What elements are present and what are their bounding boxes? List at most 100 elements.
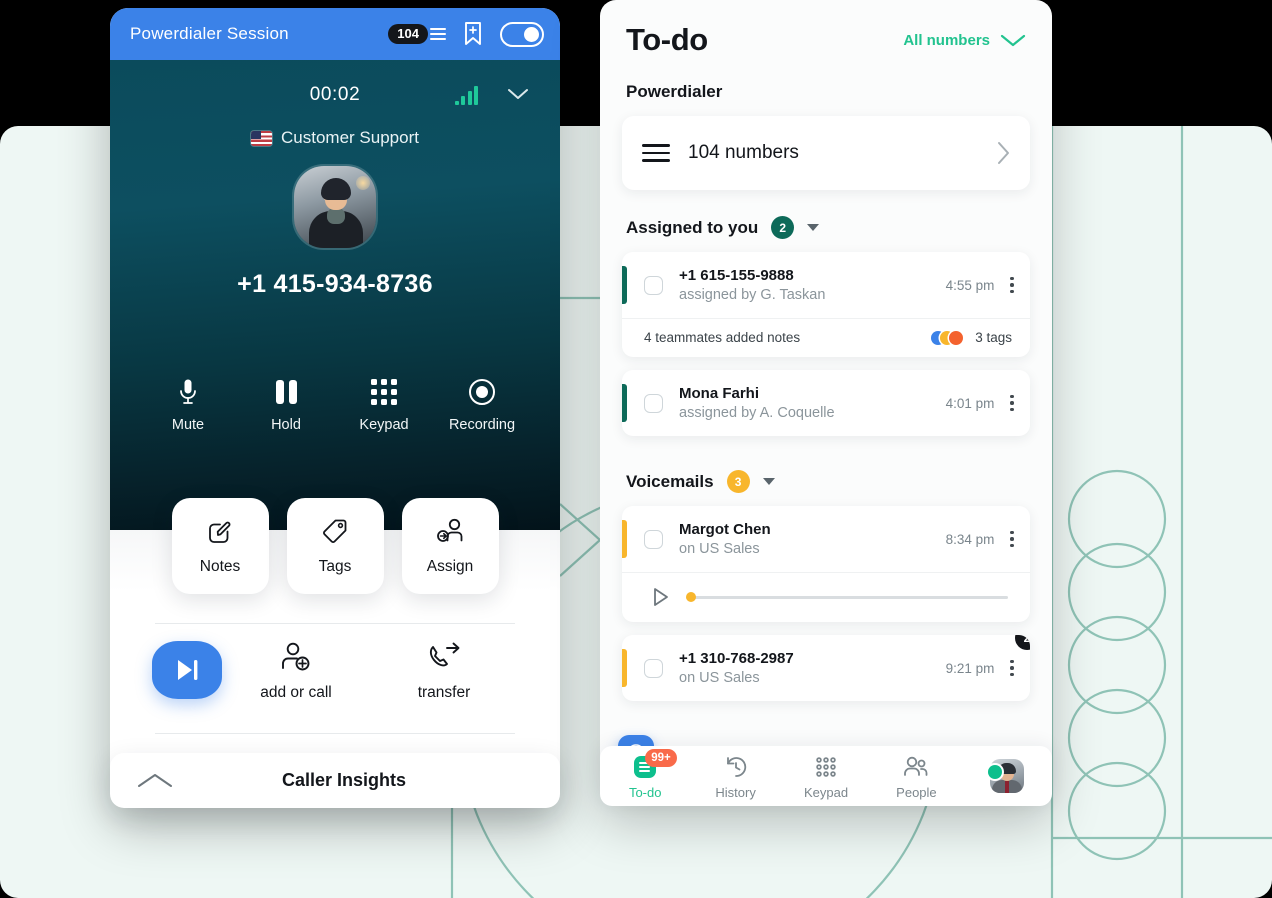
us-flag-icon — [251, 130, 273, 146]
tag-icon — [323, 519, 347, 543]
call-actions-row: add or call transfer — [110, 638, 560, 702]
next-call-button[interactable] — [152, 641, 222, 699]
todo-badge: 99+ — [645, 748, 677, 767]
tag-color-dots — [931, 330, 964, 345]
call-transfer-icon — [429, 642, 460, 667]
priority-stripe — [622, 266, 627, 304]
call-timer: 00:02 — [309, 84, 361, 105]
add-or-call-button[interactable]: add or call — [222, 638, 370, 702]
more-vertical-icon[interactable] — [1008, 658, 1016, 679]
keypad-button[interactable]: Keypad — [346, 377, 422, 433]
skip-next-icon — [178, 660, 198, 680]
pause-icon — [275, 380, 297, 404]
notes-card[interactable]: Notes — [171, 498, 269, 594]
voicemail-player[interactable] — [622, 572, 1030, 622]
call-line-name: Customer Support — [281, 128, 419, 147]
task-primary: Mona Farhi — [679, 385, 760, 402]
transfer-button[interactable]: transfer — [370, 638, 518, 702]
call-controls: Mute Hold Keypad Recording — [110, 377, 560, 433]
keypad-grid-icon — [371, 379, 397, 405]
numbers-card-text: 104 numbers — [688, 142, 799, 163]
group-count-badge: 3 — [726, 470, 750, 493]
caller-insights-label: Caller Insights — [281, 770, 407, 790]
assign-label: Assign — [426, 558, 474, 575]
task-secondary: assigned by A. Coquelle — [679, 405, 835, 421]
more-vertical-icon[interactable] — [1008, 393, 1016, 414]
notes-label: Notes — [199, 558, 241, 575]
task-footer: 4 teammates added notes 3 tags — [622, 318, 1030, 357]
screenshot-root: Powerdialer Session 104 00:02 Customer S… — [0, 0, 1272, 898]
more-vertical-icon[interactable] — [1008, 275, 1016, 296]
microphone-icon — [150, 377, 226, 407]
task-secondary: on US Sales — [679, 541, 760, 557]
all-numbers-label: All numbers — [903, 31, 990, 49]
note-pencil-icon — [209, 521, 231, 543]
session-title: Powerdialer Session — [130, 24, 289, 43]
all-numbers-filter[interactable]: All numbers — [903, 32, 1026, 49]
session-toggle[interactable] — [500, 21, 544, 47]
tab-keypad-label: Keypad — [803, 784, 849, 800]
voicemail-progress-knob[interactable] — [686, 592, 696, 602]
online-status-dot — [988, 765, 1003, 779]
tags-label: Tags — [318, 558, 352, 575]
caret-down-icon[interactable] — [762, 478, 775, 485]
voicemail-row[interactable]: 2 +1 310-768-2987 on US Sales 9:21 pm — [622, 635, 1030, 701]
group-header-voicemails[interactable]: Voicemails 3 — [600, 436, 1052, 493]
people-icon — [904, 756, 928, 776]
person-add-icon — [282, 642, 310, 671]
voicemail-progress-track[interactable] — [686, 592, 1008, 602]
hamburger-icon[interactable] — [430, 28, 446, 40]
recording-label: Recording — [448, 417, 516, 433]
task-time: 8:34 pm — [945, 531, 995, 547]
more-vertical-icon[interactable] — [1008, 529, 1016, 550]
chevron-down-icon — [1000, 34, 1026, 46]
group-title: Assigned to you — [626, 217, 759, 237]
task-checkbox[interactable] — [644, 275, 663, 295]
tab-todo[interactable]: 99+ To-do — [600, 748, 690, 800]
signal-bars-icon — [454, 86, 478, 105]
play-icon[interactable] — [652, 587, 670, 607]
task-checkbox[interactable] — [644, 658, 663, 678]
group-header-assigned[interactable]: Assigned to you 2 — [600, 190, 1052, 239]
tab-people[interactable]: People — [871, 753, 961, 800]
tab-profile[interactable] — [962, 759, 1052, 793]
history-clock-icon — [726, 756, 746, 777]
assign-card[interactable]: Assign — [401, 498, 499, 594]
numbers-card[interactable]: 104 numbers — [622, 116, 1030, 190]
caller-insights-bar[interactable]: Caller Insights — [110, 753, 560, 808]
task-note-summary: 4 teammates added notes — [644, 330, 801, 345]
tags-card[interactable]: Tags — [286, 498, 384, 594]
active-call-area: 00:02 Customer Support +1 415-934-8736 M… — [110, 60, 560, 530]
queue-count-badge: 104 — [388, 24, 428, 44]
tag-count: 3 tags — [975, 330, 1012, 345]
task-time: 9:21 pm — [945, 660, 995, 676]
list-lines-icon — [642, 144, 670, 162]
bottom-tab-bar: 99+ To-do History Keypad People — [600, 746, 1052, 806]
voicemail-row[interactable]: Margot Chen on US Sales 8:34 pm — [622, 506, 1030, 622]
keypad-label: Keypad — [359, 417, 409, 433]
task-row[interactable]: +1 615-155-9888 assigned by G. Taskan 4:… — [622, 252, 1030, 357]
priority-stripe — [622, 520, 627, 558]
add-or-call-label: add or call — [260, 684, 332, 701]
task-row[interactable]: Mona Farhi assigned by A. Coquelle 4:01 … — [622, 370, 1030, 436]
action-cards: Notes Tags Assign — [110, 498, 560, 594]
powerdialer-session-panel: Powerdialer Session 104 00:02 Customer S… — [110, 8, 560, 808]
tab-history-label: History — [715, 784, 756, 800]
task-checkbox[interactable] — [644, 529, 663, 549]
bookmark-add-icon[interactable] — [463, 21, 483, 47]
transfer-label: transfer — [417, 684, 471, 701]
queue-count-button[interactable]: 104 — [388, 24, 446, 44]
mute-button[interactable]: Mute — [150, 377, 226, 433]
recording-button[interactable]: Recording — [444, 377, 520, 433]
priority-stripe — [622, 649, 627, 687]
caret-down-icon[interactable] — [807, 224, 820, 231]
hold-label: Hold — [271, 417, 301, 433]
task-checkbox[interactable] — [644, 393, 663, 413]
tab-history[interactable]: History — [690, 753, 780, 800]
powerdialer-section-label: Powerdialer — [626, 82, 723, 101]
collapse-call-chevron-down-icon[interactable] — [506, 86, 530, 102]
chevron-right-icon[interactable] — [996, 141, 1010, 165]
tab-keypad[interactable]: Keypad — [781, 753, 871, 800]
task-primary: Margot Chen — [679, 521, 771, 538]
hold-button[interactable]: Hold — [248, 377, 324, 433]
